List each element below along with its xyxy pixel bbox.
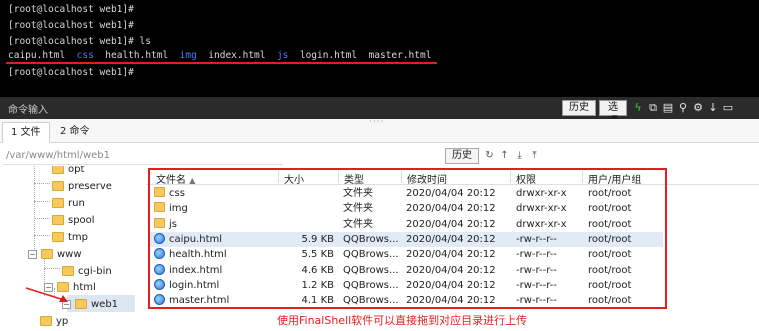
terminal-dir-entry: js	[276, 50, 289, 61]
tree-item-opt[interactable]: opt	[52, 166, 84, 178]
tree-item-label: html	[73, 282, 96, 293]
folder-icon	[40, 316, 52, 326]
lightning-icon[interactable]: ϟ	[631, 100, 645, 116]
tree-item-label: run	[68, 198, 85, 209]
tree-item-preserve[interactable]: preserve	[52, 179, 112, 195]
terminal-dir-entry: css	[76, 50, 94, 61]
directory-tree: opt preserve run spool tmp − www cgi-bin − html − w…	[0, 166, 146, 331]
tree-item-www[interactable]: − www	[28, 247, 82, 263]
search-icon[interactable]: ⚲	[676, 100, 690, 116]
options-button[interactable]: 选项	[599, 100, 627, 127]
tree-item-label: cgi-bin	[78, 266, 112, 277]
tree-item-label: tmp	[68, 232, 89, 243]
tab-commands[interactable]: 2 命令	[52, 122, 98, 143]
resize-grip[interactable]: ····	[369, 117, 384, 127]
annotation-caption: 使用FinalShell软件可以直接拖到对应目录进行上传	[277, 314, 528, 327]
folder-icon	[52, 232, 64, 242]
folder-icon	[52, 181, 64, 191]
terminal-ls-output: caipu.html css health.html img index.htm…	[8, 49, 431, 63]
refresh-icon[interactable]: ↻	[483, 148, 496, 164]
folder-icon	[62, 266, 74, 276]
tree-item-label: preserve	[68, 181, 112, 192]
collapse-toggle-icon[interactable]: −	[28, 249, 37, 259]
terminal-file-entry: health.html	[105, 50, 169, 61]
tree-item-label: yp	[56, 316, 69, 327]
folder-icon	[52, 166, 64, 174]
terminal-line: [root@localhost web1]# ls	[8, 36, 151, 47]
terminal-output[interactable]: [root@localhost web1]# [root@localhost w…	[0, 0, 759, 97]
command-bar: 命令输入 历史 选项 ϟ⧉▤⚲⚙↓▭	[0, 97, 759, 127]
tree-item-spool[interactable]: spool	[52, 213, 95, 229]
tree-item-tmp[interactable]: tmp	[52, 230, 88, 246]
terminal-file-entry: master.html	[368, 50, 432, 61]
terminal-file-entry: login.html	[299, 50, 358, 61]
up-dir-icon[interactable]: ↑	[498, 148, 511, 164]
tree-item-cgi-bin[interactable]: cgi-bin	[62, 264, 112, 280]
tree-item-yp[interactable]: yp	[40, 314, 68, 330]
terminal-file-entry: index.html	[208, 50, 266, 61]
highlight-underline	[6, 62, 437, 64]
panel-tabs: 1 文件 2 命令 ····	[0, 117, 759, 143]
upload-icon[interactable]: ⤒	[528, 148, 541, 164]
terminal-dir-entry: img	[179, 50, 197, 61]
tree-item-label: www	[57, 249, 82, 260]
path-input[interactable]: /var/www/html/web1	[3, 147, 283, 165]
folder-icon	[52, 215, 64, 225]
folder-icon	[75, 299, 87, 309]
window-icon[interactable]: ▭	[721, 100, 735, 116]
terminal-line: [root@localhost web1]#	[8, 20, 134, 31]
path-history-button[interactable]: 历史	[445, 148, 479, 164]
tree-item-label: opt	[68, 166, 85, 175]
path-bar: /var/www/html/web1 历史 ↻ ↑ ⤓ ⤒	[0, 146, 759, 166]
terminal-line: [root@localhost web1]#	[8, 4, 134, 15]
terminal-file-entry: caipu.html	[8, 50, 66, 61]
highlight-box	[148, 168, 667, 309]
folder-icon	[52, 198, 64, 208]
download-icon[interactable]: ⤓	[513, 148, 526, 164]
tree-item-label: spool	[68, 215, 95, 226]
command-input-label[interactable]: 命令输入	[8, 101, 48, 116]
tree-item-run[interactable]: run	[52, 196, 85, 212]
history-button[interactable]: 历史	[562, 100, 596, 116]
tab-files[interactable]: 1 文件	[2, 122, 50, 143]
copy-icon[interactable]: ⧉	[646, 100, 660, 116]
red-arrow-icon	[25, 287, 68, 302]
gear-icon[interactable]: ⚙	[691, 100, 705, 116]
paste-icon[interactable]: ▤	[661, 100, 675, 116]
download-icon[interactable]: ↓	[706, 100, 720, 116]
tree-item-label: web1	[91, 299, 119, 310]
terminal-line: [root@localhost web1]#	[8, 67, 134, 78]
folder-icon	[41, 249, 53, 259]
